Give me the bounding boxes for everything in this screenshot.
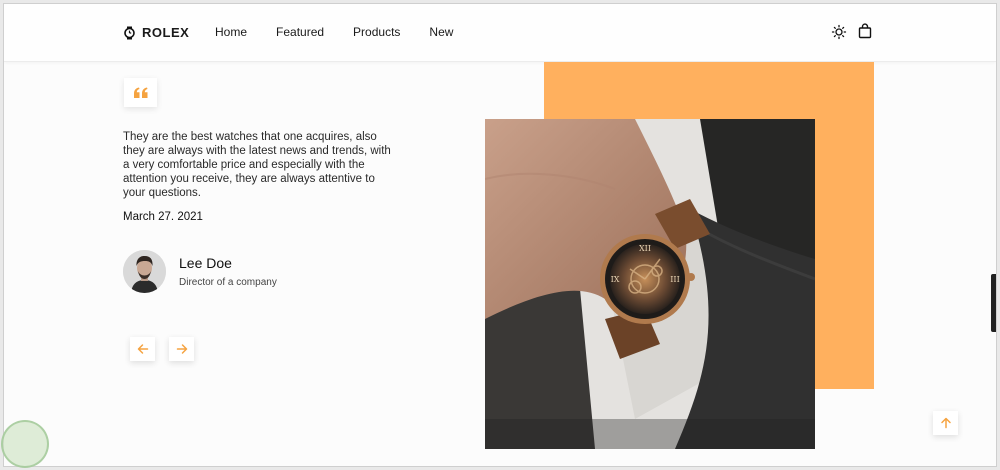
scrollbar-thumb[interactable] [991,274,996,332]
nav-item-home[interactable]: Home [215,25,247,39]
watch-icon [124,26,135,39]
brand-name: ROLEX [142,25,190,40]
page: ROLEX Home Featured Products New They ar… [3,3,997,467]
watch-on-wrist-image: XII III IX [485,119,815,449]
scroll-top-button[interactable] [933,411,958,435]
brand-logo[interactable]: ROLEX [123,25,189,40]
nav-item-featured[interactable]: Featured [276,25,324,39]
next-button[interactable] [169,337,194,361]
testimonial-text: They are the best watches that one acqui… [123,131,391,199]
nav-item-new[interactable]: New [429,25,453,39]
nav-item-products[interactable]: Products [353,25,400,39]
watermark-logo [1,420,49,468]
author-role: Director of a company [179,277,277,288]
watch-photo: XII III IX [485,119,815,449]
avatar [123,250,166,293]
main-nav: Home Featured Products New [215,25,453,39]
sun-icon[interactable] [831,24,847,40]
header: ROLEX Home Featured Products New [4,4,996,62]
prev-button[interactable] [130,337,155,361]
svg-text:XII: XII [639,244,651,253]
shopping-bag-icon[interactable] [857,23,873,39]
testimonial-date: March 27. 2021 [123,211,203,223]
svg-text:IX: IX [611,275,620,284]
arrow-up-icon [940,417,951,429]
avatar-image [123,250,166,293]
arrow-left-icon [137,344,148,354]
arrow-right-icon [176,344,187,354]
quote-icon [133,87,147,98]
quote-badge [124,78,157,107]
author-name: Lee Doe [179,255,232,271]
svg-text:III: III [670,275,679,284]
